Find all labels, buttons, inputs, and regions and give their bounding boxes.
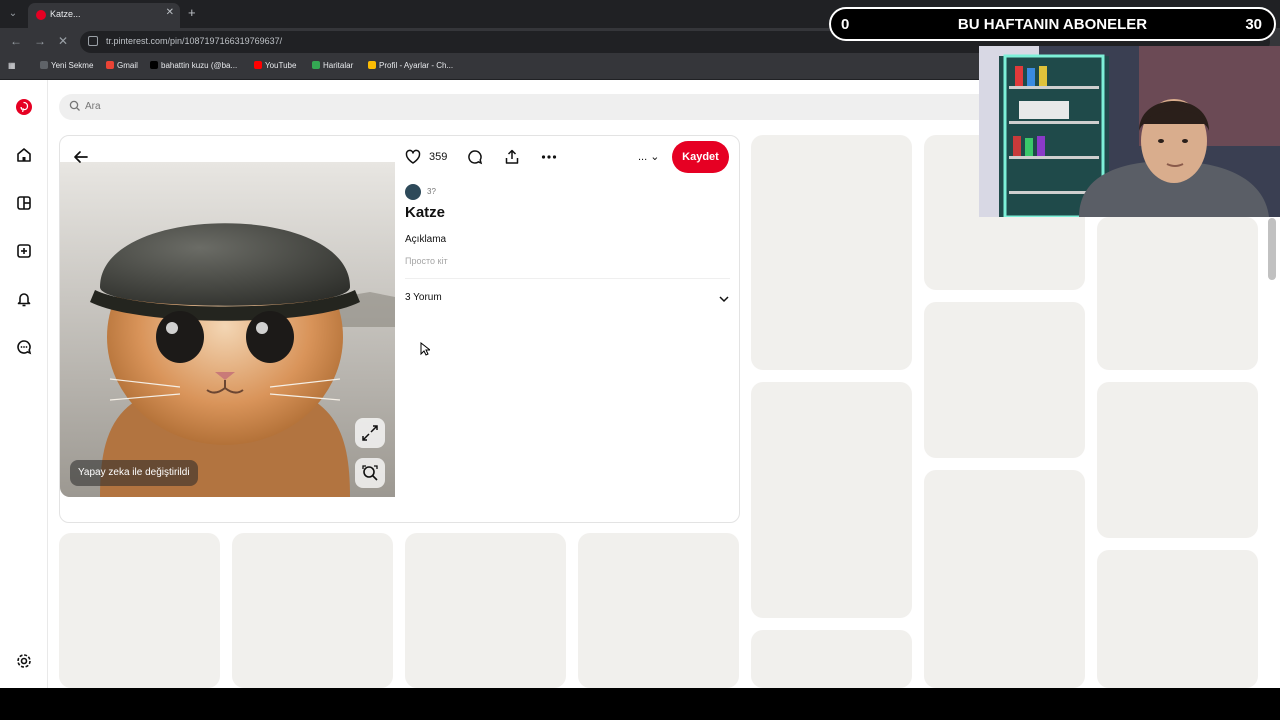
more-options-icon[interactable] xyxy=(540,148,558,166)
chevron-down-icon: ⌄ xyxy=(650,151,660,163)
pin-closeup-card: Yapay zeka ile değiştirildi 359 ... ⌄ Ka… xyxy=(59,135,740,523)
create-icon[interactable] xyxy=(14,241,34,261)
back-icon[interactable]: ← xyxy=(10,34,22,48)
cat-helmet-illustration xyxy=(60,162,395,497)
pin-placeholder xyxy=(1097,382,1258,538)
pin-image[interactable]: Yapay zeka ile değiştirildi xyxy=(60,162,395,497)
description-label: Açıklama xyxy=(405,234,447,245)
board-selector[interactable]: ... ⌄ xyxy=(638,150,659,163)
browser-tab[interactable]: Katze... ✕ xyxy=(28,3,180,28)
pin-placeholder xyxy=(1097,550,1258,688)
stop-icon[interactable]: ✕ xyxy=(58,34,68,48)
search-placeholder: Ara xyxy=(85,101,101,112)
webcam-feed xyxy=(979,46,1280,217)
notifications-icon[interactable] xyxy=(14,289,34,309)
like-heart-icon[interactable] xyxy=(404,148,422,166)
explore-icon[interactable] xyxy=(14,193,34,213)
bookmark-favicon-icon xyxy=(40,61,48,69)
subscriber-goal-title: BU HAFTANIN ABONELER xyxy=(957,16,1148,33)
site-info-icon[interactable] xyxy=(88,36,98,46)
apps-icon[interactable]: ▦ xyxy=(8,61,16,70)
comment-icon[interactable] xyxy=(466,148,484,166)
subscriber-goal-banner: BU HAFTANIN ABONELER 0 30 xyxy=(829,7,1276,41)
search-input[interactable]: Ara xyxy=(59,94,1059,120)
back-arrow-icon[interactable] xyxy=(68,144,94,170)
pin-placeholder xyxy=(924,470,1085,688)
bookmark-label: YouTube xyxy=(265,61,297,70)
board-selector-label: ... xyxy=(638,151,648,163)
forward-icon[interactable]: → xyxy=(34,34,46,48)
ai-modified-badge[interactable]: Yapay zeka ile değiştirildi xyxy=(70,460,198,486)
pin-title: Katze xyxy=(405,204,446,221)
youtube-icon xyxy=(254,61,262,69)
letterbox-bar xyxy=(0,688,1280,720)
pin-placeholder xyxy=(751,135,912,370)
pin-placeholder xyxy=(751,382,912,618)
bookmark-item[interactable]: bahattin kuzu (@ba... xyxy=(150,61,237,70)
comments-chevron-down-icon[interactable] xyxy=(717,292,731,306)
pin-placeholder xyxy=(232,533,393,688)
page-scrollbar[interactable] xyxy=(1268,218,1276,280)
divider xyxy=(405,278,730,279)
bookmark-item[interactable]: YouTube xyxy=(254,61,296,70)
expand-button[interactable] xyxy=(355,418,385,448)
tab-title: Katze... xyxy=(50,9,81,19)
pinterest-favicon-icon xyxy=(36,10,46,20)
maps-icon xyxy=(312,61,320,69)
share-icon[interactable] xyxy=(503,148,521,166)
bookmark-item[interactable]: Profil - Ayarlar - Ch... xyxy=(368,61,453,70)
url-text: tr.pinterest.com/pin/1087197166319769637… xyxy=(106,36,283,46)
tab-close-icon[interactable]: ✕ xyxy=(166,7,174,18)
author-avatar[interactable] xyxy=(405,184,421,200)
save-button[interactable]: Kaydet xyxy=(672,141,729,173)
subscriber-goal-current: 0 xyxy=(841,16,850,33)
profile-settings-icon xyxy=(368,61,376,69)
like-count: 359 xyxy=(429,151,448,163)
settings-icon[interactable] xyxy=(14,651,34,671)
pin-placeholder xyxy=(405,533,566,688)
pin-placeholder xyxy=(59,533,220,688)
messages-icon[interactable] xyxy=(14,337,34,357)
bookmark-label: Profil - Ayarlar - Ch... xyxy=(379,61,454,70)
x-icon xyxy=(150,61,158,69)
screen: ⌄ Katze... ✕ + ← → ✕ tr.pinterest.com/pi… xyxy=(0,0,1280,720)
pin-placeholder xyxy=(924,302,1085,458)
comments-toggle[interactable]: 3 Yorum xyxy=(405,292,442,303)
visual-search-button[interactable] xyxy=(355,458,385,488)
pin-placeholder xyxy=(1097,217,1258,370)
bookmark-label: Haritalar xyxy=(323,61,354,70)
bookmark-label: bahattin kuzu (@ba... xyxy=(161,61,238,70)
expand-icon xyxy=(362,425,378,441)
mouse-cursor-icon xyxy=(420,342,430,356)
author-name[interactable]: 3? xyxy=(427,187,436,196)
gmail-icon xyxy=(106,61,114,69)
bookmark-item[interactable]: Haritalar xyxy=(312,61,353,70)
description-text: Просто кіт xyxy=(405,256,448,266)
new-tab-icon[interactable]: + xyxy=(188,5,196,20)
bookmark-item[interactable]: Gmail xyxy=(106,61,138,70)
home-icon[interactable] xyxy=(14,145,34,165)
pin-placeholder xyxy=(751,630,912,688)
tab-search-menu-icon[interactable]: ⌄ xyxy=(4,5,22,23)
bookmark-item[interactable]: Yeni Sekme xyxy=(40,61,93,70)
bookmark-label: Gmail xyxy=(117,61,138,70)
pinterest-logo-icon[interactable] xyxy=(14,97,34,117)
subscriber-goal-target: 30 xyxy=(1245,16,1262,33)
streamer-webcam-image xyxy=(979,46,1280,217)
pin-placeholder xyxy=(578,533,739,688)
lens-icon xyxy=(362,465,378,481)
bookmark-label: Yeni Sekme xyxy=(51,61,94,70)
left-sidebar xyxy=(0,80,48,688)
search-icon xyxy=(69,100,80,111)
